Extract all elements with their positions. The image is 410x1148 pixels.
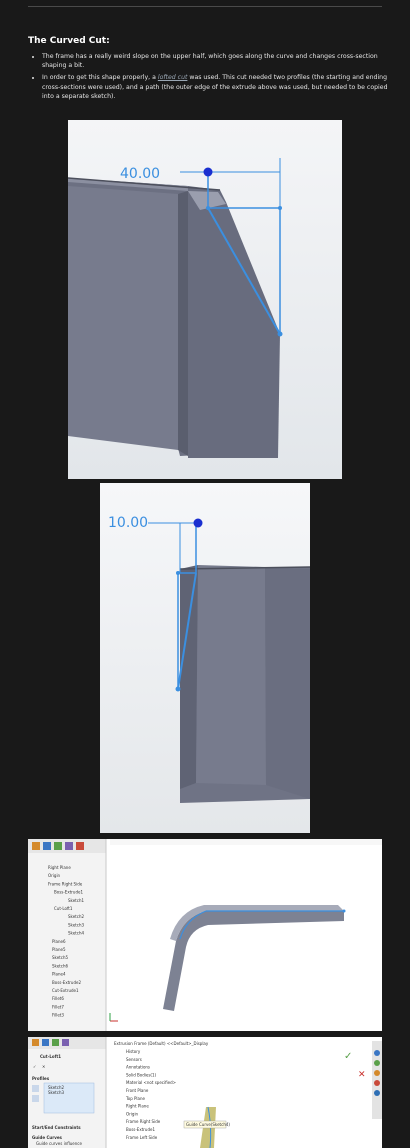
cancel-icon[interactable]: ✕ — [42, 1064, 45, 1069]
confirm-icon[interactable]: ✓ — [344, 1051, 352, 1062]
start-end-label: Start/End Constraints — [32, 1125, 81, 1130]
tree-item[interactable]: Fillet6 — [52, 996, 64, 1001]
tree-item[interactable]: Cut-Extrude1 — [52, 988, 79, 993]
tree-item[interactable]: Origin — [126, 1111, 139, 1116]
cad-image-end-profile: 10.00 — [100, 483, 310, 833]
cancel-x-icon[interactable]: ✕ — [358, 1070, 366, 1080]
ok-icon[interactable]: ✓ — [33, 1064, 36, 1069]
feature-tree[interactable]: History Sensors Annotations Solid Bodies(1)… — [125, 1049, 176, 1140]
frame-body — [68, 186, 178, 450]
bullet-item: The frame has a really weird slope on th… — [42, 52, 392, 70]
tree-item[interactable]: Right Plane — [48, 865, 71, 870]
tree-item[interactable]: Material <not specified> — [126, 1080, 176, 1085]
tree-item[interactable]: Boss-Extrude1 — [126, 1127, 155, 1132]
lofted-cut-link[interactable]: lofted cut — [158, 74, 188, 81]
section-heading: The Curved Cut: — [28, 36, 110, 46]
guide-curves-label: Guide Curves — [32, 1135, 63, 1140]
frame-face — [196, 565, 266, 785]
tree-item[interactable]: Plane6 — [52, 939, 66, 944]
dimension-label[interactable]: 40.00 — [120, 166, 160, 182]
bullet-item: In order to get this shape properly, a l… — [42, 73, 392, 101]
feature-tree-screenshot: Right Plane Origin Frame Right Side Boss-Ex… — [28, 839, 382, 1031]
tree-item[interactable]: Top Plane — [125, 1096, 146, 1101]
dimension-label[interactable]: 10.00 — [108, 515, 148, 531]
profile-item[interactable]: Sketch3 — [48, 1090, 64, 1095]
tree-item[interactable]: Fillet3 — [52, 1013, 64, 1018]
tree-item[interactable]: Right Plane — [126, 1104, 149, 1109]
tree-item[interactable]: Sensors — [126, 1057, 142, 1062]
breadcrumb[interactable]: Extrusion Frame (Default) <<Default>_Dis… — [114, 1041, 209, 1046]
cad-screenshot-cut-loft: Cut-Loft1 ✓ ✕ Profiles Sketch2 Sketch3 S… — [28, 1037, 382, 1148]
tree-item[interactable]: Front Plane — [126, 1088, 149, 1093]
tree-item[interactable]: Boss-Extrude2 — [52, 980, 81, 985]
tree-item[interactable]: Sketch1 — [68, 898, 84, 903]
tree-item[interactable]: Annotations — [126, 1065, 150, 1070]
tree-item[interactable]: Plane4 — [52, 972, 66, 977]
tree-item[interactable]: Sketch3 — [68, 922, 84, 927]
cad-image-start-profile: 40.00 — [68, 120, 342, 479]
bullet-list: The frame has a really weird slope on th… — [28, 52, 392, 104]
frame-edge — [178, 191, 188, 456]
tree-item[interactable]: History — [126, 1049, 141, 1054]
cad-screenshot-feature-tree: Right Plane Origin Frame Right Side Boss-Ex… — [28, 839, 382, 1031]
sketch-point — [203, 167, 213, 177]
cut-loft-screenshot: Cut-Loft1 ✓ ✕ Profiles Sketch2 Sketch3 S… — [28, 1037, 382, 1148]
end-profile-drawing: 10.00 — [108, 515, 310, 803]
guide-influence-label: Guide curves influence — [36, 1141, 82, 1146]
tree-item[interactable]: Sketch5 — [52, 955, 68, 960]
tree-item[interactable]: Frame Right Side — [48, 881, 83, 886]
curved-frame-model — [163, 911, 344, 1011]
move-down-button[interactable] — [32, 1095, 39, 1102]
move-up-button[interactable] — [32, 1085, 39, 1092]
profiles-label: Profiles — [32, 1076, 50, 1081]
tree-item[interactable]: Frame Left Side — [126, 1135, 158, 1140]
tree-item[interactable]: Fillet7 — [52, 1004, 64, 1009]
frame-slope — [188, 190, 280, 458]
tree-item[interactable]: Cut-Loft1 — [54, 906, 73, 911]
top-divider — [28, 6, 382, 7]
bullet-text: In order to get this shape properly, a — [42, 74, 158, 82]
tree-item[interactable]: Plane5 — [52, 947, 66, 952]
tree-item[interactable]: Frame Right Side — [126, 1119, 161, 1124]
panel-title: Cut-Loft1 — [40, 1054, 61, 1059]
tree-item[interactable]: Sketch2 — [68, 914, 84, 919]
tree-item[interactable]: Origin — [48, 873, 61, 878]
start-profile-drawing: 40.00 — [68, 158, 283, 458]
tree-item[interactable]: Sketch6 — [52, 963, 68, 968]
guide-curve-tooltip-text: Guide Curve(Sketch4) — [186, 1122, 230, 1127]
tree-item[interactable]: Boss-Extrude1 — [54, 890, 83, 895]
tree-item[interactable]: Solid Bodies(1) — [126, 1072, 157, 1077]
tree-item[interactable]: Sketch4 — [68, 931, 84, 936]
sketch-point — [193, 518, 203, 528]
